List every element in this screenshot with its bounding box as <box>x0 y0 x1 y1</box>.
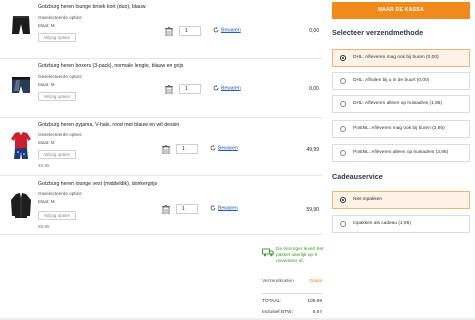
refresh-icon <box>210 145 216 151</box>
shipping-option-label: PostNL: Afleveren mag ook bij buren (2,9… <box>353 126 445 131</box>
delivery-promo-text: De bezorger levert het pakket uiterlijk … <box>276 247 324 264</box>
size-label: Maat: M <box>38 199 55 204</box>
quantity-input[interactable]: 1 <box>179 84 201 94</box>
unit-price: 49,95 <box>38 163 50 168</box>
refresh-icon <box>213 27 219 33</box>
gift-option[interactable]: Inpakken als cadeau (1,95) <box>332 215 470 233</box>
shipping-label: Verzendkosten <box>262 279 294 284</box>
save-for-later-link[interactable]: Bewaren <box>213 85 241 91</box>
refresh-icon <box>210 205 216 211</box>
save-label: Bewaren <box>218 205 238 212</box>
vat-value: 8,67 <box>312 310 322 315</box>
delivery-truck-icon <box>262 248 274 257</box>
shipping-row: Verzendkosten Gratis <box>262 279 322 284</box>
cart-item: Gotzburg heren boxers (3-pack), normale … <box>0 59 322 118</box>
size-label: Maat: M <box>38 82 55 87</box>
save-for-later-link[interactable]: Bewaren <box>210 145 238 151</box>
shipping-option[interactable]: DHL: Afleveren mag ook bij buren (0,00) <box>332 49 470 67</box>
shipping-option-label: DHL: Afleveren mag ook bij buren (0,00) <box>353 55 439 60</box>
boxers-image <box>12 77 30 93</box>
quantity-input[interactable]: 1 <box>176 144 198 154</box>
gift-option-label: Niet inpakken <box>353 197 383 202</box>
edit-options-button[interactable]: Wijzig opties <box>38 150 76 159</box>
radio-selected[interactable] <box>340 197 346 203</box>
gift-service-title: Cadeauservice <box>332 172 383 181</box>
shipping-option[interactable]: PostNL: Afleveren mag ook bij buren (2,9… <box>332 120 470 138</box>
cart-item: Gotzburg heren lounge vest (middeldik), … <box>0 176 322 235</box>
cart-item: Gotzburg heren pyjama, V-hals, rood met … <box>0 118 322 176</box>
save-for-later-link[interactable]: Bewaren <box>210 205 238 211</box>
trash-icon[interactable] <box>162 145 170 154</box>
shipping-option[interactable]: DHL: Afhalen bij u in de buurt (0,00) <box>332 72 470 90</box>
shorts-image <box>12 16 30 34</box>
save-label: Bewaren <box>221 27 241 34</box>
gift-option-label: Inpakken als cadeau (1,95) <box>353 221 411 226</box>
radio-unselected[interactable] <box>340 150 346 156</box>
shipping-value: Gratis <box>309 279 322 284</box>
quantity-input[interactable]: 1 <box>179 26 201 36</box>
cardigan-image <box>11 193 31 218</box>
total-row: TOTAAL: 109,99 <box>262 299 322 304</box>
options-label: Geselecteerde opties: <box>38 132 83 137</box>
shipping-option-label: DHL: Afhalen bij u in de buurt (0,00) <box>353 78 430 83</box>
item-title[interactable]: Gotzburg heren lounge broek kort (duo), … <box>38 4 146 10</box>
edit-options-button[interactable]: Wijzig opties <box>38 92 76 101</box>
item-title[interactable]: Gotzburg heren boxers (3-pack), normale … <box>38 63 183 69</box>
options-label: Geselecteerde opties: <box>38 15 83 20</box>
line-total: 0,00 <box>309 28 319 34</box>
cart-item: Gotzburg heren lounge broek kort (duo), … <box>0 0 322 59</box>
line-total: 49,99 <box>306 147 319 153</box>
save-for-later-link[interactable]: Bewaren <box>213 27 241 33</box>
save-label: Bewaren <box>221 85 241 92</box>
shipping-option-label: DHL: Afleveren alleen op huisadres (1,95… <box>353 101 443 106</box>
radio-unselected[interactable] <box>340 221 346 227</box>
line-total: 59,90 <box>306 207 319 213</box>
trash-icon[interactable] <box>165 85 173 94</box>
trash-icon[interactable] <box>165 27 173 36</box>
vat-label: Inclusief BTW: <box>262 310 293 315</box>
summary-divider <box>262 293 322 294</box>
options-label: Geselecteerde opties: <box>38 74 83 79</box>
vat-row: Inclusief BTW: 8,67 <box>262 310 322 315</box>
radio-unselected[interactable] <box>340 78 346 84</box>
shipping-method-title: Selecteer verzendmethode <box>332 28 424 37</box>
line-total: 0,00 <box>309 86 319 92</box>
quantity-input[interactable]: 1 <box>176 204 198 214</box>
refresh-icon <box>213 85 219 91</box>
gift-option[interactable]: Niet inpakken <box>332 191 470 209</box>
checkout-button[interactable]: NAAR DE KASSA <box>332 2 470 19</box>
trash-icon[interactable] <box>162 205 170 214</box>
radio-selected[interactable] <box>340 55 346 61</box>
item-title[interactable]: Gotzburg heren pyjama, V-hals, rood met … <box>38 122 179 128</box>
checkout-panel: NAAR DE KASSA Selecteer verzendmethode D… <box>332 0 470 320</box>
radio-unselected[interactable] <box>340 126 346 132</box>
radio-unselected[interactable] <box>340 101 346 107</box>
total-label: TOTAAL: <box>262 299 282 304</box>
size-label: Maat: M <box>38 140 55 145</box>
shipping-option-label: PostNL: Afleveren alleen op huisadres (3… <box>353 150 449 155</box>
shipping-option[interactable]: PostNL: Afleveren alleen op huisadres (3… <box>332 144 470 162</box>
options-label: Geselecteerde opties: <box>38 191 83 196</box>
pyjama-image <box>11 132 31 159</box>
size-label: Maat: M <box>38 23 55 28</box>
save-label: Bewaren <box>218 145 238 152</box>
unit-price: 59,95 <box>38 224 50 229</box>
item-title[interactable]: Gotzburg heren lounge vest (middeldik), … <box>38 181 157 187</box>
cart-list: Gotzburg heren lounge broek kort (duo), … <box>0 0 324 320</box>
total-value: 109,99 <box>307 299 322 304</box>
edit-options-button[interactable]: Wijzig opties <box>38 33 76 42</box>
shipping-option[interactable]: DHL: Afleveren alleen op huisadres (1,95… <box>332 95 470 113</box>
edit-options-button[interactable]: Wijzig opties <box>38 211 76 220</box>
